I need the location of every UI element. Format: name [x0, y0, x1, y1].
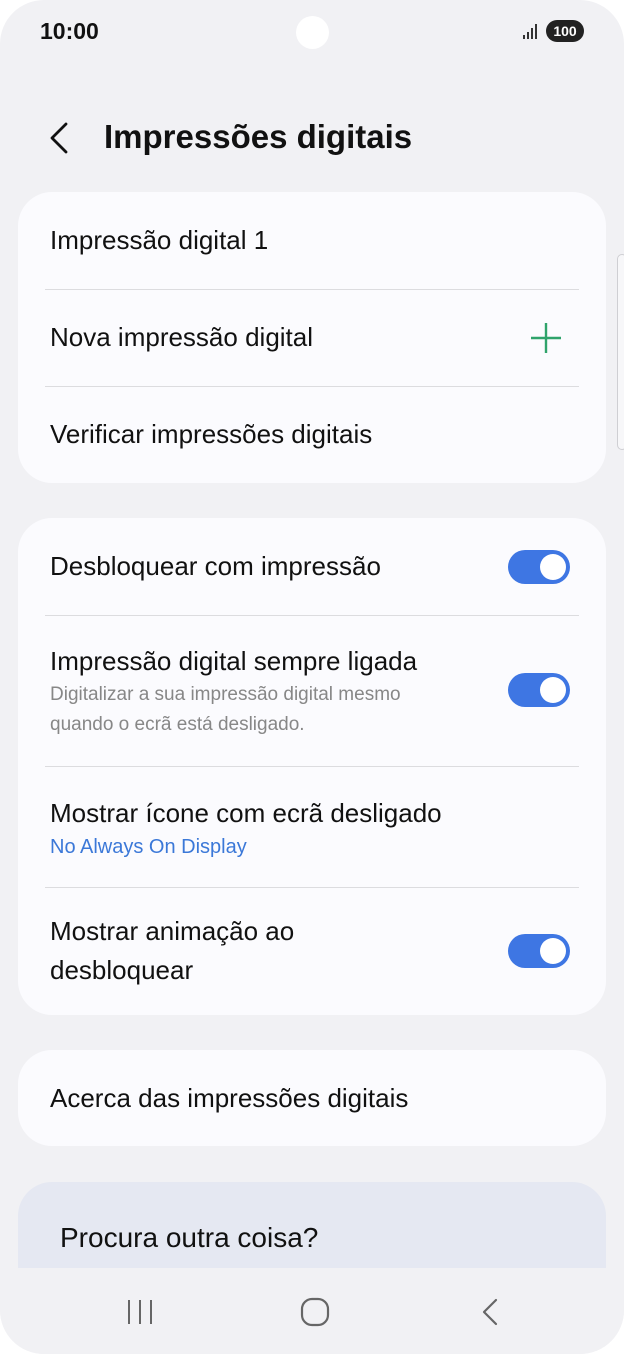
- navigation-bar: [0, 1268, 624, 1354]
- unlock-with-fingerprint-row[interactable]: Desbloquear com impressão: [18, 518, 606, 615]
- phone-screen: 10:00 100 Impressões digitais Impressão …: [0, 0, 624, 1354]
- unlock-animation-label-line1: Mostrar animação ao: [50, 916, 295, 946]
- unlock-animation-label-line2: desbloquear: [50, 955, 194, 985]
- fingerprint-settings-card: Desbloquear com impressão Impressão digi…: [18, 518, 606, 1015]
- camera-cutout: [296, 16, 329, 49]
- show-icon-screen-off-row[interactable]: Mostrar ícone com ecrã desligado No Alwa…: [18, 767, 606, 887]
- check-fingerprints-button[interactable]: Verificar impressões digitais: [18, 387, 606, 483]
- fingerprint-item-1[interactable]: Impressão digital 1: [18, 192, 606, 289]
- search-suggestion-label: Procura outra coisa?: [60, 1222, 319, 1253]
- add-fingerprint-label: Nova impressão digital: [50, 322, 314, 352]
- fingerprint-item-label: Impressão digital 1: [50, 225, 269, 255]
- always-on-fingerprint-row[interactable]: Impressão digital sempre ligada Digitali…: [18, 616, 606, 766]
- page-title: Impressões digitais: [104, 118, 413, 155]
- recents-icon[interactable]: [120, 1292, 160, 1332]
- fingerprint-list-card: Impressão digital 1 Nova impressão digit…: [18, 192, 606, 483]
- unlock-animation-row[interactable]: Mostrar animação ao desbloquear: [18, 888, 606, 1015]
- unlock-with-fingerprint-toggle[interactable]: [508, 550, 570, 584]
- about-fingerprints-label: Acerca das impressões digitais: [50, 1083, 409, 1113]
- show-icon-screen-off-label: Mostrar ícone com ecrã desligado: [50, 798, 442, 828]
- battery-icon: 100: [546, 20, 584, 42]
- toggle-knob: [540, 938, 566, 964]
- add-fingerprint-button[interactable]: Nova impressão digital: [18, 290, 606, 386]
- always-on-fingerprint-label: Impressão digital sempre ligada: [50, 646, 418, 676]
- unlock-animation-toggle[interactable]: [508, 934, 570, 968]
- scrollbar[interactable]: [617, 254, 624, 450]
- always-on-fingerprint-toggle[interactable]: [508, 673, 570, 707]
- toggle-knob: [540, 677, 566, 703]
- status-time: 10:00: [40, 18, 99, 44]
- about-fingerprints-card[interactable]: Acerca das impressões digitais: [18, 1050, 606, 1146]
- unlock-with-fingerprint-label: Desbloquear com impressão: [50, 551, 381, 581]
- chevron-left-icon[interactable]: [40, 118, 80, 158]
- always-on-fingerprint-description-line1: Digitalizar a sua impressão digital mesm…: [50, 684, 401, 705]
- home-icon[interactable]: [295, 1292, 335, 1332]
- plus-icon: [531, 323, 561, 353]
- back-icon[interactable]: [470, 1292, 510, 1332]
- check-fingerprints-label: Verificar impressões digitais: [50, 419, 373, 449]
- signal-icon: [523, 24, 537, 39]
- show-icon-screen-off-value: No Always On Display: [50, 836, 247, 858]
- status-bar: 10:00 100: [0, 0, 624, 70]
- toggle-knob: [540, 554, 566, 580]
- page-header: Impressões digitais: [0, 100, 624, 172]
- always-on-fingerprint-description-line2: quando o ecrã está desligado.: [50, 714, 305, 735]
